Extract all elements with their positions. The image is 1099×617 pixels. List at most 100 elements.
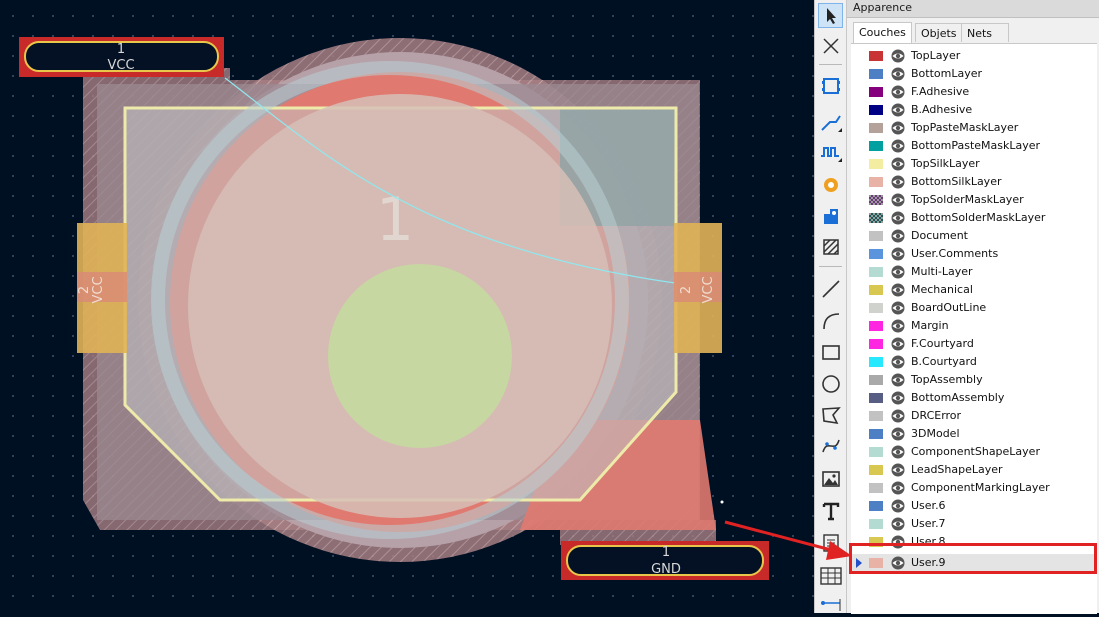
layer-color-swatch[interactable] bbox=[869, 195, 883, 205]
pcb-canvas[interactable]: 1 VCC 2 VCC 2 1 VCC 1 GND bbox=[0, 0, 814, 613]
layer-color-swatch[interactable] bbox=[869, 249, 883, 259]
pad-left[interactable]: VCC 2 bbox=[77, 223, 127, 353]
layer-row[interactable]: ComponentMarkingLayer bbox=[851, 479, 1097, 497]
layer-color-swatch[interactable] bbox=[869, 159, 883, 169]
visibility-eye-icon[interactable] bbox=[890, 301, 906, 318]
visibility-eye-icon[interactable] bbox=[890, 445, 906, 462]
layer-color-swatch[interactable] bbox=[869, 501, 883, 511]
layer-row[interactable]: ComponentShapeLayer bbox=[851, 443, 1097, 461]
layer-row[interactable]: Mechanical bbox=[851, 281, 1097, 299]
visibility-eye-icon[interactable] bbox=[890, 391, 906, 408]
layer-color-swatch[interactable] bbox=[869, 87, 883, 97]
select-icon[interactable] bbox=[818, 3, 843, 28]
layer-color-swatch[interactable] bbox=[869, 357, 883, 367]
layer-row[interactable]: TopPasteMaskLayer bbox=[851, 119, 1097, 137]
layer-row[interactable]: BoardOutLine bbox=[851, 299, 1097, 317]
visibility-eye-icon[interactable] bbox=[890, 103, 906, 120]
layer-color-swatch[interactable] bbox=[869, 267, 883, 277]
visibility-eye-icon[interactable] bbox=[890, 193, 906, 210]
layer-color-swatch[interactable] bbox=[869, 123, 883, 133]
layer-row[interactable]: LeadShapeLayer bbox=[851, 461, 1097, 479]
layer-row[interactable]: TopLayer bbox=[851, 47, 1097, 65]
layer-row[interactable]: BottomSolderMaskLayer bbox=[851, 209, 1097, 227]
polygon-icon[interactable] bbox=[818, 402, 843, 427]
layer-row[interactable]: DRCError bbox=[851, 407, 1097, 425]
layer-color-swatch[interactable] bbox=[869, 303, 883, 313]
line-icon[interactable] bbox=[818, 276, 843, 301]
tab-objets[interactable]: Objets bbox=[915, 23, 963, 42]
layer-row[interactable]: TopAssembly bbox=[851, 371, 1097, 389]
visibility-eye-icon[interactable] bbox=[890, 121, 906, 138]
route-track-icon[interactable] bbox=[818, 110, 843, 135]
visibility-eye-icon[interactable] bbox=[890, 463, 906, 480]
visibility-eye-icon[interactable] bbox=[890, 229, 906, 246]
dimension-icon[interactable] bbox=[818, 592, 843, 617]
tune-length-icon[interactable] bbox=[818, 140, 843, 165]
visibility-eye-icon[interactable] bbox=[890, 157, 906, 174]
layer-color-swatch[interactable] bbox=[869, 69, 883, 79]
tab-nets[interactable]: Nets bbox=[961, 23, 1009, 42]
visibility-eye-icon[interactable] bbox=[890, 175, 906, 192]
visibility-eye-icon[interactable] bbox=[890, 337, 906, 354]
layer-color-swatch[interactable] bbox=[869, 447, 883, 457]
visibility-eye-icon[interactable] bbox=[890, 49, 906, 66]
visibility-eye-icon[interactable] bbox=[890, 373, 906, 390]
visibility-eye-icon[interactable] bbox=[890, 409, 906, 426]
layer-color-swatch[interactable] bbox=[869, 321, 883, 331]
visibility-eye-icon[interactable] bbox=[890, 283, 906, 300]
layer-color-swatch[interactable] bbox=[869, 465, 883, 475]
arc-icon[interactable] bbox=[818, 308, 843, 333]
layer-row[interactable]: BottomSilkLayer bbox=[851, 173, 1097, 191]
visibility-eye-icon[interactable] bbox=[890, 247, 906, 264]
visibility-eye-icon[interactable] bbox=[890, 139, 906, 156]
zone-icon[interactable] bbox=[818, 234, 843, 259]
circle-icon[interactable] bbox=[818, 371, 843, 396]
layer-color-swatch[interactable] bbox=[869, 483, 883, 493]
pad-vcc[interactable]: 1 VCC bbox=[19, 37, 224, 77]
pad-icon[interactable] bbox=[818, 203, 843, 228]
layer-color-swatch[interactable] bbox=[869, 105, 883, 115]
image-icon[interactable] bbox=[818, 466, 843, 491]
layer-color-swatch[interactable] bbox=[869, 285, 883, 295]
pad-gnd[interactable]: 1 GND bbox=[561, 541, 769, 580]
layer-color-swatch[interactable] bbox=[869, 51, 883, 61]
bezier-icon[interactable] bbox=[818, 433, 843, 458]
table-icon[interactable] bbox=[818, 563, 843, 588]
layer-row[interactable]: B.Adhesive bbox=[851, 101, 1097, 119]
layer-row[interactable]: User.Comments bbox=[851, 245, 1097, 263]
layer-row[interactable]: User.6 bbox=[851, 497, 1097, 515]
visibility-eye-icon[interactable] bbox=[890, 427, 906, 444]
visibility-eye-icon[interactable] bbox=[890, 499, 906, 516]
layer-row[interactable]: BottomAssembly bbox=[851, 389, 1097, 407]
visibility-eye-icon[interactable] bbox=[890, 517, 906, 534]
text-icon[interactable] bbox=[818, 498, 843, 523]
tab-couches[interactable]: Couches bbox=[853, 22, 912, 43]
via-icon[interactable] bbox=[818, 172, 843, 197]
layer-color-swatch[interactable] bbox=[869, 141, 883, 151]
layer-color-swatch[interactable] bbox=[869, 519, 883, 529]
layer-color-swatch[interactable] bbox=[869, 231, 883, 241]
layer-row[interactable]: Multi-Layer bbox=[851, 263, 1097, 281]
layer-color-swatch[interactable] bbox=[869, 177, 883, 187]
layer-row[interactable]: BottomLayer bbox=[851, 65, 1097, 83]
layer-color-swatch[interactable] bbox=[869, 339, 883, 349]
layer-color-swatch[interactable] bbox=[869, 429, 883, 439]
layer-row[interactable]: 3DModel bbox=[851, 425, 1097, 443]
visibility-eye-icon[interactable] bbox=[890, 481, 906, 498]
layer-row[interactable]: User.7 bbox=[851, 515, 1097, 533]
route-off-icon[interactable] bbox=[818, 33, 843, 58]
rectangle-icon[interactable] bbox=[818, 339, 843, 364]
visibility-eye-icon[interactable] bbox=[890, 355, 906, 372]
layer-row[interactable]: BottomPasteMaskLayer bbox=[851, 137, 1097, 155]
visibility-eye-icon[interactable] bbox=[890, 319, 906, 336]
layer-row[interactable]: Document bbox=[851, 227, 1097, 245]
footprint-icon[interactable] bbox=[818, 73, 843, 98]
layer-color-swatch[interactable] bbox=[869, 411, 883, 421]
layer-row[interactable]: Margin bbox=[851, 317, 1097, 335]
layer-color-swatch[interactable] bbox=[869, 213, 883, 223]
layer-row[interactable]: B.Courtyard bbox=[851, 353, 1097, 371]
layer-color-swatch[interactable] bbox=[869, 393, 883, 403]
layer-color-swatch[interactable] bbox=[869, 375, 883, 385]
visibility-eye-icon[interactable] bbox=[890, 265, 906, 282]
pad-right[interactable]: VCC 2 bbox=[674, 223, 722, 353]
